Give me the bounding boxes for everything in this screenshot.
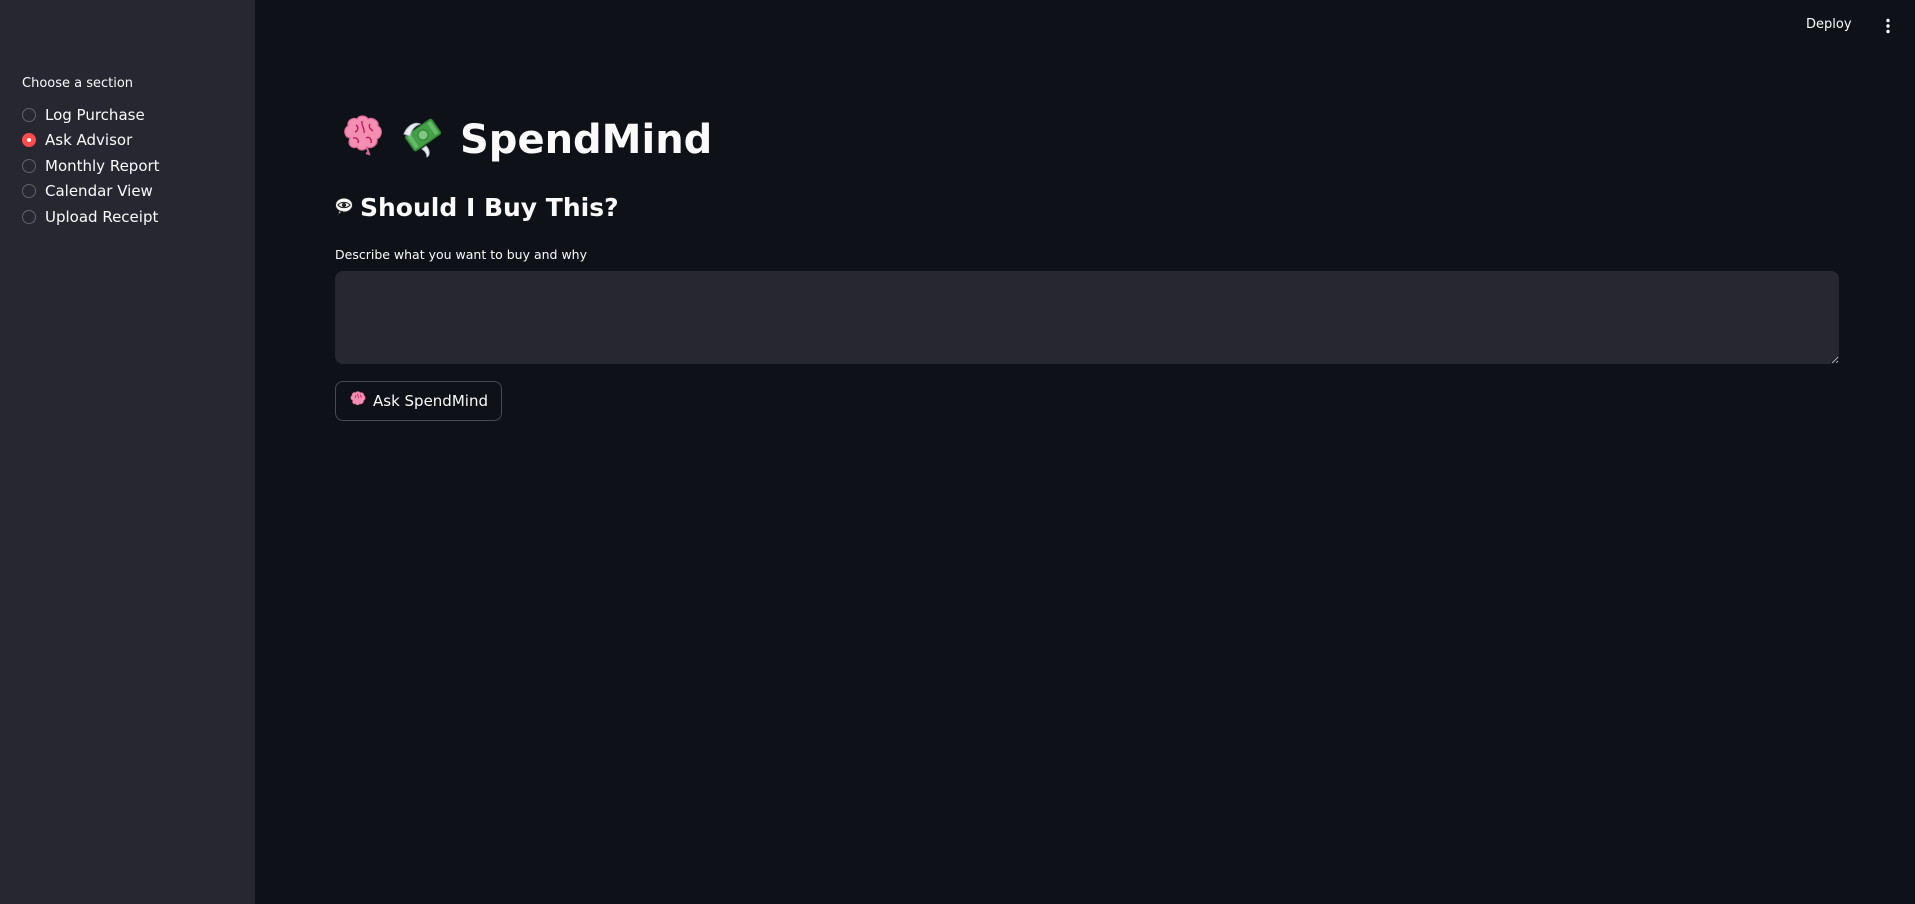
radio-circle-icon[interactable] (22, 107, 36, 122)
section-radio-group: Log Purchase Ask Advisor Monthly Report … (22, 102, 160, 230)
section-radio-label: Choose a section (22, 76, 134, 91)
radio-option-label: Ask Advisor (45, 131, 133, 150)
money-with-wings-icon (400, 112, 446, 168)
radio-option-monthly-report[interactable]: Monthly Report (22, 153, 160, 179)
sidebar: Choose a section Log Purchase Ask Adviso… (0, 0, 255, 904)
radio-option-label: Monthly Report (45, 156, 160, 175)
app-title-text: SpendMind (460, 117, 713, 163)
subheader-text: Should I Buy This? (360, 193, 619, 222)
radio-option-upload-receipt[interactable]: Upload Receipt (22, 204, 160, 230)
app-root: Choose a section Log Purchase Ask Adviso… (0, 0, 1915, 904)
radio-option-ask-advisor[interactable]: Ask Advisor (22, 128, 160, 154)
ask-button-label: Ask SpendMind (373, 392, 488, 410)
radio-option-label: Log Purchase (45, 105, 145, 124)
radio-option-log-purchase[interactable]: Log Purchase (22, 102, 160, 128)
brain-icon (340, 112, 386, 168)
deploy-button[interactable]: Deploy (1806, 17, 1852, 32)
section-subheader: Should I Buy This? (334, 193, 619, 222)
page-title: SpendMind (340, 112, 712, 168)
radio-circle-selected-icon[interactable] (22, 133, 36, 148)
radio-option-label: Calendar View (45, 182, 153, 201)
radio-option-label: Upload Receipt (45, 207, 159, 226)
purchase-description-label: Describe what you want to buy and why (335, 247, 587, 262)
vertical-ellipsis-icon[interactable] (1881, 18, 1895, 34)
ask-spendmind-button[interactable]: Ask SpendMind (335, 381, 502, 421)
purchase-description-input[interactable] (335, 271, 1839, 364)
radio-circle-icon[interactable] (22, 184, 36, 199)
brain-icon (349, 390, 367, 412)
radio-option-calendar-view[interactable]: Calendar View (22, 179, 160, 205)
eye-in-speech-bubble-icon (334, 193, 354, 222)
radio-circle-icon[interactable] (22, 158, 36, 173)
radio-circle-icon[interactable] (22, 209, 36, 224)
